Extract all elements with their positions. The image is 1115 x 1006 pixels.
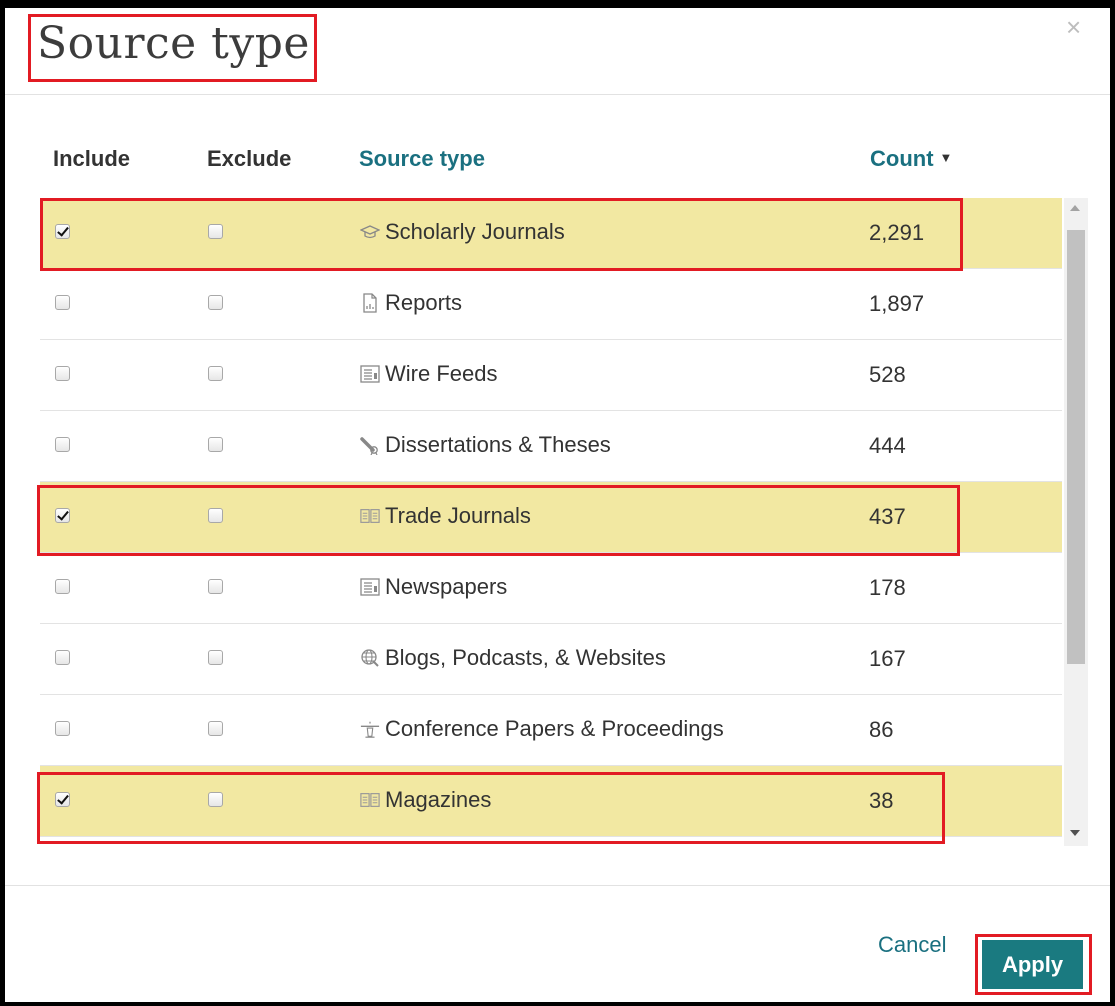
source-type-count: 444: [869, 433, 906, 458]
scrollbar-thumb[interactable]: [1067, 230, 1085, 664]
diploma-icon: [360, 435, 380, 455]
include-checkbox[interactable]: [55, 366, 70, 381]
list-item: Wire Feeds 528: [40, 340, 1062, 411]
include-checkbox[interactable]: [55, 650, 70, 665]
exclude-checkbox[interactable]: [208, 579, 223, 594]
source-type-label[interactable]: Reports: [385, 290, 462, 316]
include-checkbox[interactable]: [55, 437, 70, 452]
source-type-label[interactable]: Wire Feeds: [385, 361, 497, 387]
close-icon[interactable]: ×: [1066, 14, 1081, 40]
list-item: Dissertations & Theses 444: [40, 411, 1062, 482]
exclude-checkbox[interactable]: [208, 366, 223, 381]
exclude-checkbox[interactable]: [208, 792, 223, 807]
source-type-count: 528: [869, 362, 906, 387]
column-header-include: Include: [53, 146, 131, 171]
wire-feed-icon: [360, 364, 380, 384]
exclude-checkbox[interactable]: [208, 295, 223, 310]
scroll-up-arrow-icon[interactable]: [1070, 205, 1080, 211]
list-item: Newspapers 178: [40, 553, 1062, 624]
source-type-label[interactable]: Trade Journals: [385, 503, 531, 529]
title-highlight-box: [28, 14, 317, 82]
source-type-label[interactable]: Dissertations & Theses: [385, 432, 611, 458]
graduation-cap-icon: [360, 222, 380, 242]
scroll-down-arrow-icon[interactable]: [1070, 830, 1080, 836]
include-checkbox[interactable]: [55, 721, 70, 736]
list-item: Reports 1,897: [40, 269, 1062, 340]
column-header-exclude: Exclude: [207, 146, 292, 171]
include-checkbox[interactable]: [55, 295, 70, 310]
source-type-count: 1,897: [869, 291, 925, 316]
list-item: Magazines 38: [40, 766, 1062, 837]
apply-highlight-box: [975, 934, 1092, 995]
source-type-count: 2,291: [869, 220, 925, 245]
report-document-icon: [360, 293, 380, 313]
include-checkbox[interactable]: [55, 508, 70, 523]
column-header-count[interactable]: Count ▼: [870, 146, 952, 172]
include-checkbox[interactable]: [55, 224, 70, 239]
open-book-icon: [360, 790, 380, 810]
list-item: Blogs, Podcasts, & Websites 167: [40, 624, 1062, 695]
list-item: Scholarly Journals 2,291: [40, 198, 1062, 269]
exclude-checkbox[interactable]: [208, 224, 223, 239]
source-type-count: 437: [869, 504, 906, 529]
source-type-count: 86: [869, 717, 894, 742]
source-type-label[interactable]: Conference Papers & Proceedings: [385, 716, 724, 742]
cancel-button[interactable]: Cancel: [878, 932, 946, 958]
source-type-list: Scholarly Journals 2,291 Reports 1,897 W…: [40, 198, 1062, 846]
source-type-count: 178: [869, 575, 906, 600]
source-type-count: 38: [869, 788, 894, 813]
footer-divider: [5, 885, 1110, 886]
newspaper-icon: [360, 577, 380, 597]
source-type-label[interactable]: Magazines: [385, 787, 491, 813]
podium-icon: [360, 719, 380, 739]
header-divider: [5, 94, 1110, 95]
count-header-label: Count: [870, 146, 934, 171]
exclude-checkbox[interactable]: [208, 437, 223, 452]
list-scrollbar[interactable]: [1064, 198, 1088, 846]
sort-descending-icon: ▼: [939, 150, 953, 165]
exclude-checkbox[interactable]: [208, 650, 223, 665]
source-type-count: 167: [869, 646, 906, 671]
globe-icon: [360, 648, 380, 668]
exclude-checkbox[interactable]: [208, 508, 223, 523]
list-item: Trade Journals 437: [40, 482, 1062, 553]
source-type-label[interactable]: Blogs, Podcasts, & Websites: [385, 645, 666, 671]
include-checkbox[interactable]: [55, 792, 70, 807]
list-item: Conference Papers & Proceedings 86: [40, 695, 1062, 766]
open-book-icon: [360, 506, 380, 526]
source-type-label[interactable]: Scholarly Journals: [385, 219, 565, 245]
source-type-label[interactable]: Newspapers: [385, 574, 507, 600]
exclude-checkbox[interactable]: [208, 721, 223, 736]
column-header-source-type[interactable]: Source type: [359, 146, 485, 172]
include-checkbox[interactable]: [55, 579, 70, 594]
